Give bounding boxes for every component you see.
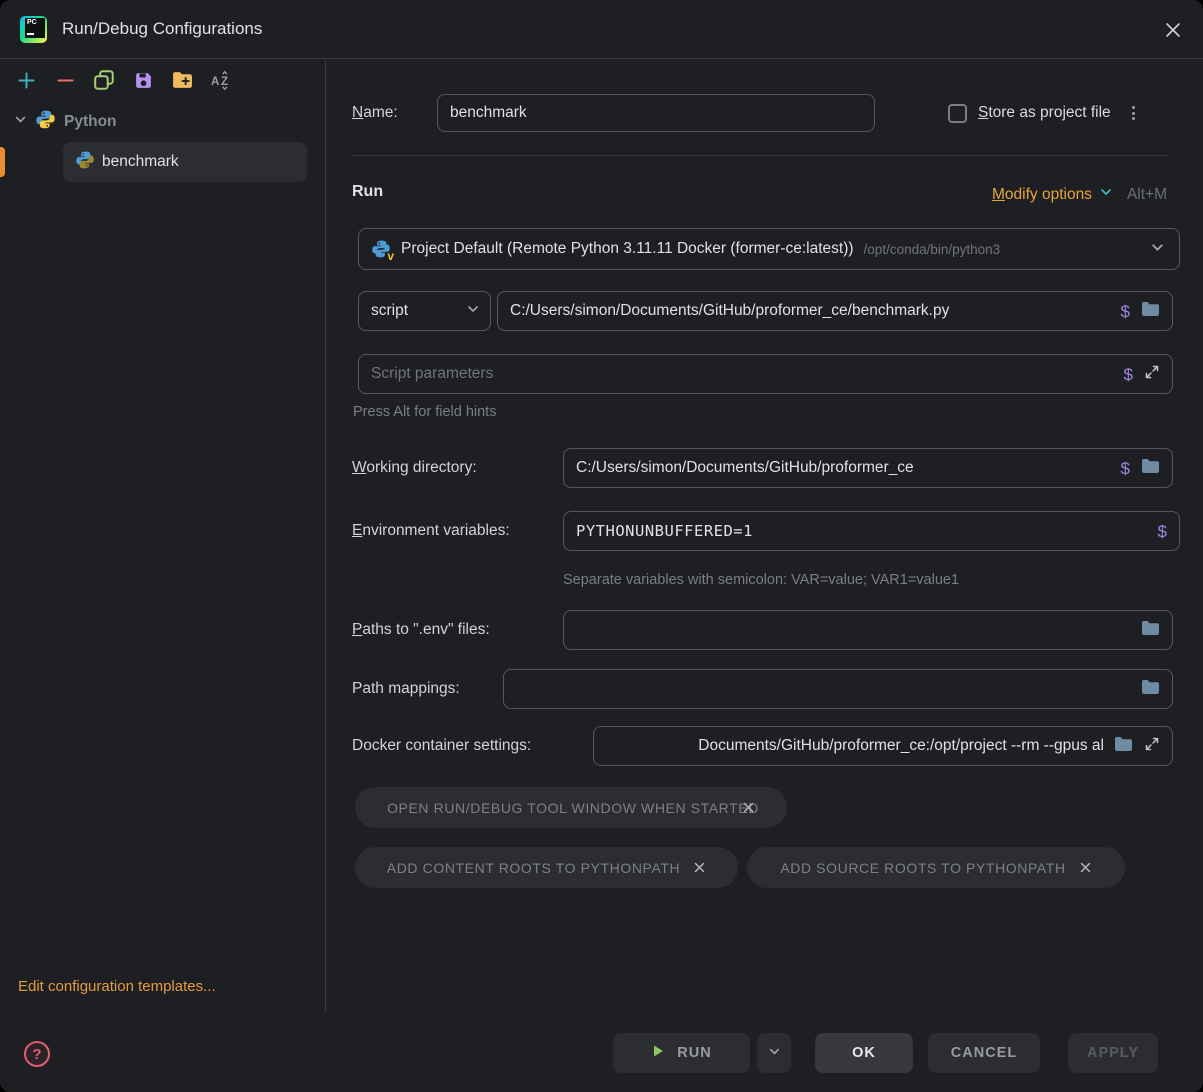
- docker-container-settings-field[interactable]: Documents/GitHub/proformer_ce:/opt/proje…: [593, 726, 1173, 766]
- env-files-label: Paths to ".env" files:: [352, 610, 490, 650]
- name-input[interactable]: [450, 104, 862, 122]
- insert-macro-icon[interactable]: $: [1121, 303, 1130, 320]
- pycharm-logo-icon: PC: [20, 16, 47, 43]
- run-button[interactable]: RUN: [613, 1033, 750, 1073]
- insert-macro-icon[interactable]: $: [1124, 366, 1133, 383]
- name-field[interactable]: [437, 94, 875, 132]
- env-files-input[interactable]: [576, 621, 1131, 639]
- expand-field-icon[interactable]: [1144, 736, 1160, 756]
- env-files-field[interactable]: [563, 610, 1173, 650]
- store-as-project-file-label: Store as project file: [978, 104, 1111, 122]
- environment-variables-field[interactable]: $: [563, 511, 1180, 551]
- save-configuration-icon[interactable]: [131, 68, 155, 92]
- working-directory-label: Working directory:: [352, 448, 477, 488]
- section-divider: [352, 155, 1167, 156]
- selection-indicator-bar: [0, 147, 5, 177]
- python-interpreter-icon: v: [371, 239, 391, 259]
- apply-button[interactable]: APPLY: [1068, 1033, 1158, 1073]
- tree-item-label: benchmark: [102, 153, 179, 171]
- environment-variables-input[interactable]: [576, 522, 1148, 540]
- field-hints-text: Press Alt for field hints: [353, 404, 496, 420]
- interpreter-value: Project Default (Remote Python 3.11.11 D…: [401, 240, 854, 258]
- tree-group-python[interactable]: Python: [14, 105, 117, 139]
- path-mappings-label: Path mappings:: [352, 669, 460, 709]
- target-type-select[interactable]: script: [358, 291, 491, 331]
- pill-add-source-roots[interactable]: ADD SOURCE ROOTS TO PYTHONPATH: [747, 847, 1125, 888]
- dialog-title: Run/Debug Configurations: [62, 19, 262, 39]
- expand-field-icon[interactable]: [1144, 364, 1160, 384]
- chevron-down-icon: [466, 302, 480, 321]
- environment-variables-hint: Separate variables with semicolon: VAR=v…: [563, 572, 959, 588]
- browse-folder-icon[interactable]: [1114, 736, 1133, 756]
- add-configuration-icon[interactable]: [14, 68, 38, 92]
- pill-open-run-debug-tool-window[interactable]: OPEN RUN/DEBUG TOOL WINDOW WHEN STARTED: [355, 787, 787, 828]
- working-directory-input[interactable]: [576, 459, 1111, 477]
- target-type-value: script: [371, 302, 408, 320]
- sort-configurations-icon[interactable]: A Z: [209, 68, 233, 92]
- remove-option-icon[interactable]: [1079, 861, 1092, 874]
- run-section-title: Run: [352, 183, 383, 201]
- path-mappings-field[interactable]: [503, 669, 1173, 709]
- remove-option-icon[interactable]: [742, 801, 755, 814]
- docker-container-settings-value: Documents/GitHub/proformer_ce:/opt/proje…: [698, 737, 1104, 755]
- script-parameters-field[interactable]: $: [358, 354, 1173, 394]
- sidebar-separator: [325, 60, 326, 1012]
- insert-macro-icon[interactable]: $: [1158, 523, 1167, 540]
- chevron-down-icon: [768, 1045, 781, 1062]
- modify-options-shortcut: Alt+M: [1127, 186, 1167, 204]
- kebab-menu-icon[interactable]: [1130, 104, 1137, 122]
- browse-folder-icon[interactable]: [1141, 301, 1160, 321]
- browse-folder-icon[interactable]: [1141, 679, 1160, 699]
- script-path-input[interactable]: [510, 302, 1111, 320]
- insert-macro-icon[interactable]: $: [1121, 460, 1130, 477]
- modify-options-link[interactable]: Modify options: [992, 186, 1092, 204]
- modify-options-row: Modify options Alt+M: [992, 185, 1167, 204]
- titlebar: PC Run/Debug Configurations: [0, 0, 1203, 59]
- script-parameters-input[interactable]: [371, 365, 1114, 383]
- store-as-project-file-checkbox[interactable]: [948, 104, 967, 123]
- remove-configuration-icon[interactable]: [53, 68, 77, 92]
- tree-item-benchmark[interactable]: benchmark: [63, 142, 307, 182]
- configurations-toolbar: A Z: [14, 68, 248, 92]
- remove-option-icon[interactable]: [693, 861, 706, 874]
- docker-container-settings-label: Docker container settings:: [352, 726, 531, 766]
- play-icon: [651, 1044, 665, 1062]
- run-options-dropdown-button[interactable]: [757, 1033, 791, 1073]
- chevron-down-icon: [1150, 240, 1165, 259]
- script-path-field[interactable]: $: [497, 291, 1173, 331]
- python-icon: [35, 109, 56, 135]
- svg-text:Z: Z: [221, 76, 228, 88]
- close-icon[interactable]: [1163, 20, 1183, 40]
- chevron-down-icon[interactable]: [14, 113, 27, 131]
- environment-variables-label: Environment variables:: [352, 511, 510, 551]
- new-folder-icon[interactable]: [170, 68, 194, 92]
- run-debug-configurations-dialog: PC Run/Debug Configurations: [0, 0, 1203, 1092]
- name-label: Name:: [352, 94, 398, 132]
- help-icon[interactable]: ?: [24, 1041, 50, 1067]
- edit-configuration-templates-link[interactable]: Edit configuration templates...: [18, 978, 216, 995]
- tree-group-label: Python: [64, 113, 117, 131]
- copy-configuration-icon[interactable]: [92, 68, 116, 92]
- pill-add-content-roots[interactable]: ADD CONTENT ROOTS TO PYTHONPATH: [355, 847, 738, 888]
- browse-folder-icon[interactable]: [1141, 620, 1160, 640]
- path-mappings-input[interactable]: [516, 680, 1131, 698]
- browse-folder-icon[interactable]: [1141, 458, 1160, 478]
- svg-text:A: A: [211, 76, 219, 88]
- working-directory-field[interactable]: $: [563, 448, 1173, 488]
- store-as-project-file-row: Store as project file: [948, 94, 1137, 132]
- interpreter-path: /opt/conda/bin/python3: [864, 242, 1001, 257]
- python-interpreter-select[interactable]: v Project Default (Remote Python 3.11.11…: [358, 228, 1180, 270]
- cancel-button[interactable]: CANCEL: [928, 1033, 1040, 1073]
- python-icon: [75, 150, 95, 175]
- chevron-down-icon: [1099, 185, 1113, 204]
- ok-button[interactable]: OK: [815, 1033, 913, 1073]
